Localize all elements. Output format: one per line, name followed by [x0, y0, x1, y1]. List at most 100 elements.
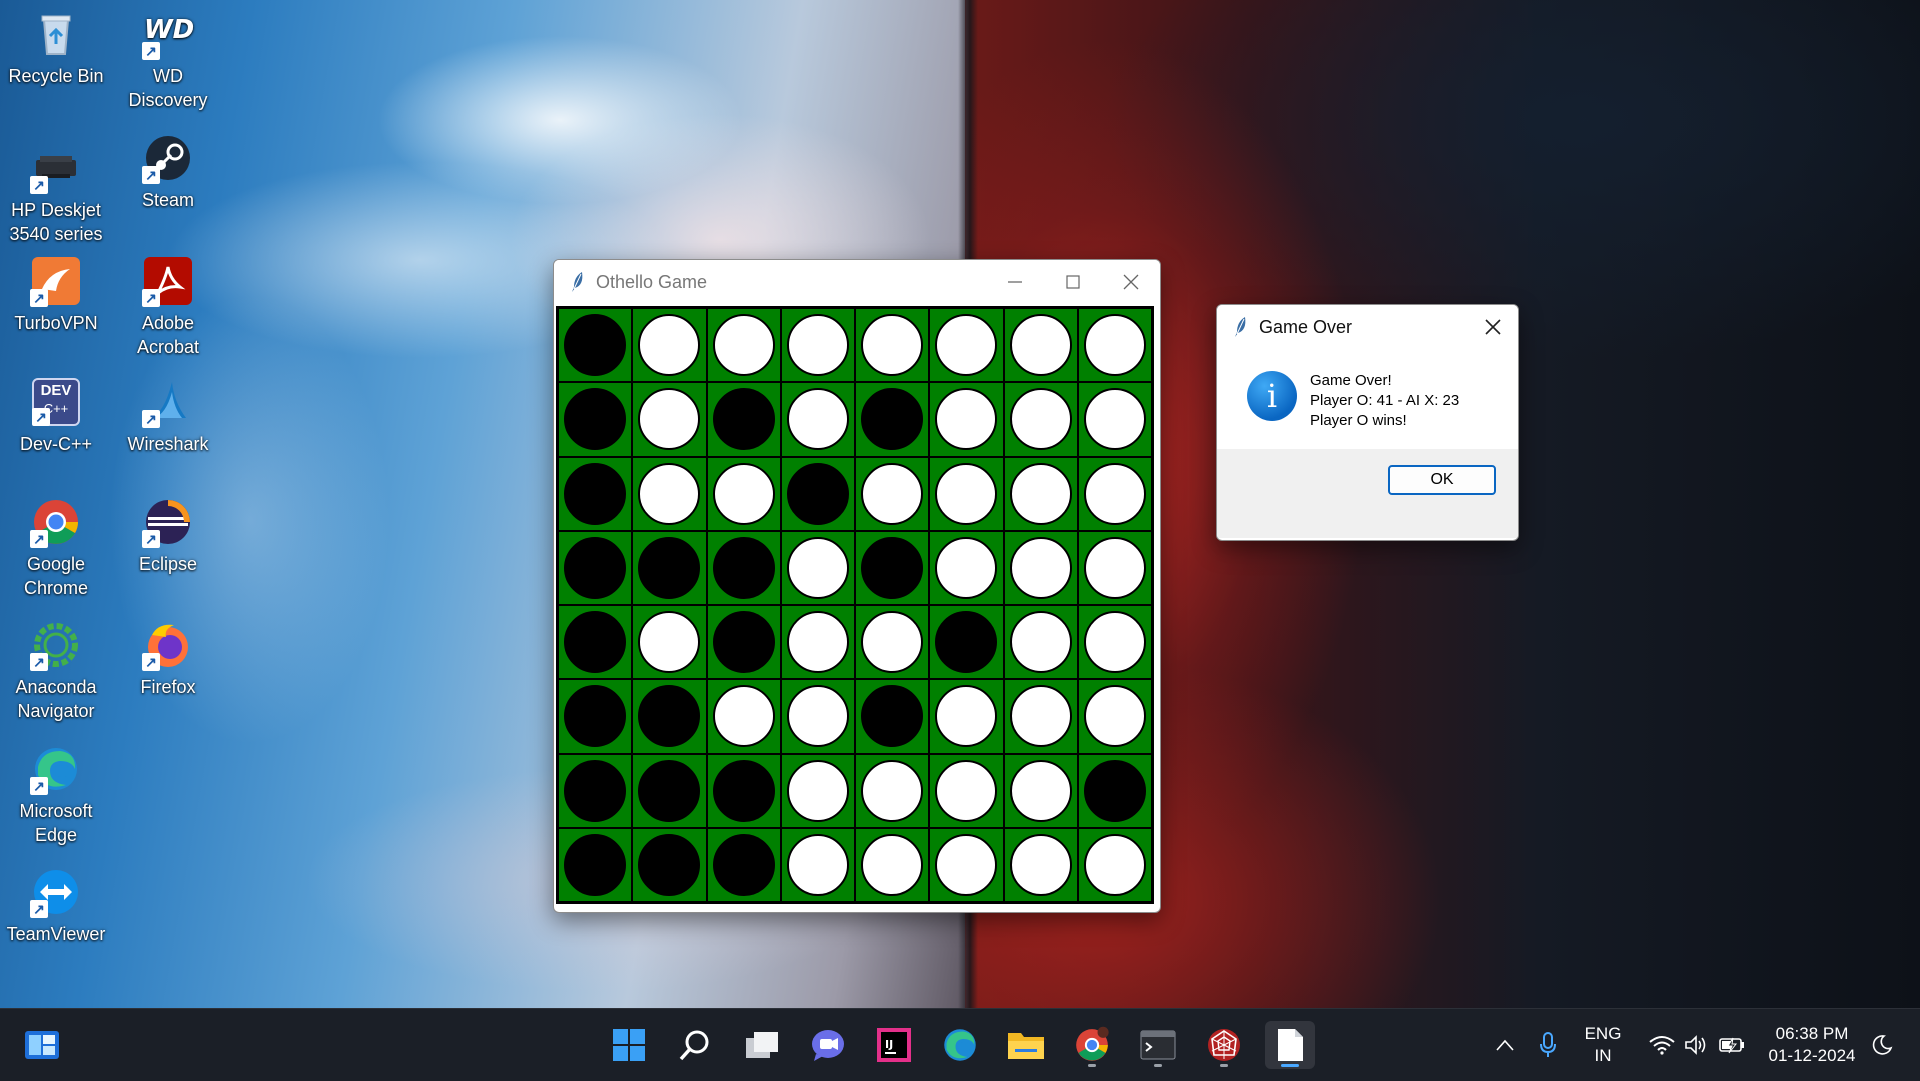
board-cell[interactable] — [1003, 753, 1078, 828]
board-cell[interactable] — [558, 605, 633, 680]
board-cell[interactable] — [780, 456, 855, 531]
board-cell[interactable] — [706, 605, 781, 680]
board-cell[interactable] — [855, 753, 930, 828]
board-cell[interactable] — [929, 827, 1004, 902]
focus-assist-button[interactable] — [1860, 1021, 1904, 1069]
board-cell[interactable] — [855, 530, 930, 605]
board-cell[interactable] — [780, 530, 855, 605]
othello-board[interactable] — [556, 306, 1154, 904]
board-cell[interactable] — [706, 679, 781, 754]
desktop-icon-turbovpn[interactable]: ↗ TurboVPN — [3, 253, 109, 335]
game-over-dialog[interactable]: Game Over i Game Over! Player O: 41 - AI… — [1216, 304, 1519, 541]
microphone-button[interactable] — [1524, 1021, 1572, 1069]
board-cell[interactable] — [706, 456, 781, 531]
minimize-button[interactable] — [986, 260, 1044, 304]
board-cell[interactable] — [1077, 753, 1152, 828]
board-cell[interactable] — [855, 827, 930, 902]
show-hidden-icons-button[interactable] — [1481, 1021, 1529, 1069]
board-cell[interactable] — [558, 530, 633, 605]
board-cell[interactable] — [780, 605, 855, 680]
terminal-button[interactable] — [1133, 1021, 1183, 1069]
board-cell[interactable] — [1003, 308, 1078, 383]
desktop-icon-wd-discovery[interactable]: WD ↗ WD Discovery — [115, 6, 221, 112]
board-cell[interactable] — [1077, 530, 1152, 605]
board-cell[interactable] — [1077, 308, 1152, 383]
board-cell[interactable] — [558, 753, 633, 828]
board-cell[interactable] — [780, 753, 855, 828]
board-cell[interactable] — [855, 456, 930, 531]
language-indicator[interactable]: ENG IN — [1576, 1023, 1630, 1067]
board-cell[interactable] — [855, 382, 930, 457]
board-cell[interactable] — [1077, 679, 1152, 754]
board-cell[interactable] — [1003, 456, 1078, 531]
desktop-icon-anaconda-navigator[interactable]: ↗ Anaconda Navigator — [3, 617, 109, 723]
board-cell[interactable] — [855, 679, 930, 754]
board-cell[interactable] — [706, 827, 781, 902]
othello-titlebar[interactable]: Othello Game — [554, 260, 1160, 304]
desktop-icon-hp-deskjet[interactable]: ↗ HP Deskjet 3540 series — [3, 140, 109, 246]
desktop-icon-teamviewer[interactable]: ↗ TeamViewer — [3, 864, 109, 946]
file-explorer-button[interactable] — [1001, 1021, 1051, 1069]
board-cell[interactable] — [780, 679, 855, 754]
board-cell[interactable] — [929, 530, 1004, 605]
board-cell[interactable] — [929, 679, 1004, 754]
desktop-icon-recycle-bin[interactable]: Recycle Bin — [3, 6, 109, 88]
search-button[interactable] — [670, 1021, 720, 1069]
dialog-titlebar[interactable]: Game Over — [1217, 305, 1518, 349]
desktop-icon-wireshark[interactable]: ↗ Wireshark — [115, 374, 221, 456]
widgets-button[interactable] — [17, 1021, 67, 1069]
board-cell[interactable] — [780, 827, 855, 902]
desktop-icon-firefox[interactable]: ↗ Firefox — [115, 617, 221, 699]
ok-button[interactable]: OK — [1388, 465, 1496, 495]
board-cell[interactable] — [706, 382, 781, 457]
board-cell[interactable] — [1003, 382, 1078, 457]
desktop-icon-steam[interactable]: ↗ Steam — [115, 130, 221, 212]
board-cell[interactable] — [632, 753, 707, 828]
board-cell[interactable] — [632, 308, 707, 383]
board-cell[interactable] — [1077, 456, 1152, 531]
board-cell[interactable] — [1003, 605, 1078, 680]
edge-taskbar-button[interactable] — [935, 1021, 985, 1069]
board-cell[interactable] — [706, 530, 781, 605]
desktop-icon-microsoft-edge[interactable]: ↗ Microsoft Edge — [3, 741, 109, 847]
board-cell[interactable] — [632, 605, 707, 680]
board-cell[interactable] — [632, 679, 707, 754]
board-cell[interactable] — [706, 753, 781, 828]
maximize-button[interactable] — [1044, 260, 1102, 304]
board-cell[interactable] — [1003, 827, 1078, 902]
board-cell[interactable] — [929, 456, 1004, 531]
board-cell[interactable] — [632, 530, 707, 605]
board-cell[interactable] — [780, 308, 855, 383]
dialog-close-button[interactable] — [1468, 305, 1518, 349]
start-button[interactable] — [604, 1021, 654, 1069]
board-cell[interactable] — [558, 382, 633, 457]
othello-game-window[interactable]: Othello Game — [553, 259, 1161, 913]
board-cell[interactable] — [1003, 679, 1078, 754]
network-app-button[interactable] — [1199, 1021, 1249, 1069]
desktop-icon-dev-cpp[interactable]: DEV C++ ↗ Dev-C++ — [3, 374, 109, 456]
board-cell[interactable] — [706, 308, 781, 383]
chat-button[interactable] — [803, 1021, 853, 1069]
battery-button[interactable] — [1710, 1021, 1754, 1069]
close-button[interactable] — [1102, 260, 1160, 304]
board-cell[interactable] — [929, 382, 1004, 457]
intellij-button[interactable]: IJ — [869, 1021, 919, 1069]
chrome-taskbar-button[interactable] — [1067, 1021, 1117, 1069]
board-cell[interactable] — [558, 827, 633, 902]
board-cell[interactable] — [632, 382, 707, 457]
desktop-icon-eclipse[interactable]: ↗ Eclipse — [115, 494, 221, 576]
board-cell[interactable] — [780, 382, 855, 457]
board-cell[interactable] — [1077, 827, 1152, 902]
board-cell[interactable] — [558, 456, 633, 531]
board-cell[interactable] — [1077, 605, 1152, 680]
board-cell[interactable] — [558, 308, 633, 383]
board-cell[interactable] — [929, 753, 1004, 828]
board-cell[interactable] — [855, 308, 930, 383]
board-cell[interactable] — [1003, 530, 1078, 605]
board-cell[interactable] — [558, 679, 633, 754]
board-cell[interactable] — [632, 456, 707, 531]
board-cell[interactable] — [929, 308, 1004, 383]
task-view-button[interactable] — [737, 1021, 787, 1069]
desktop-icon-adobe-acrobat[interactable]: ↗ Adobe Acrobat — [115, 253, 221, 359]
desktop-icon-google-chrome[interactable]: ↗ Google Chrome — [3, 494, 109, 600]
